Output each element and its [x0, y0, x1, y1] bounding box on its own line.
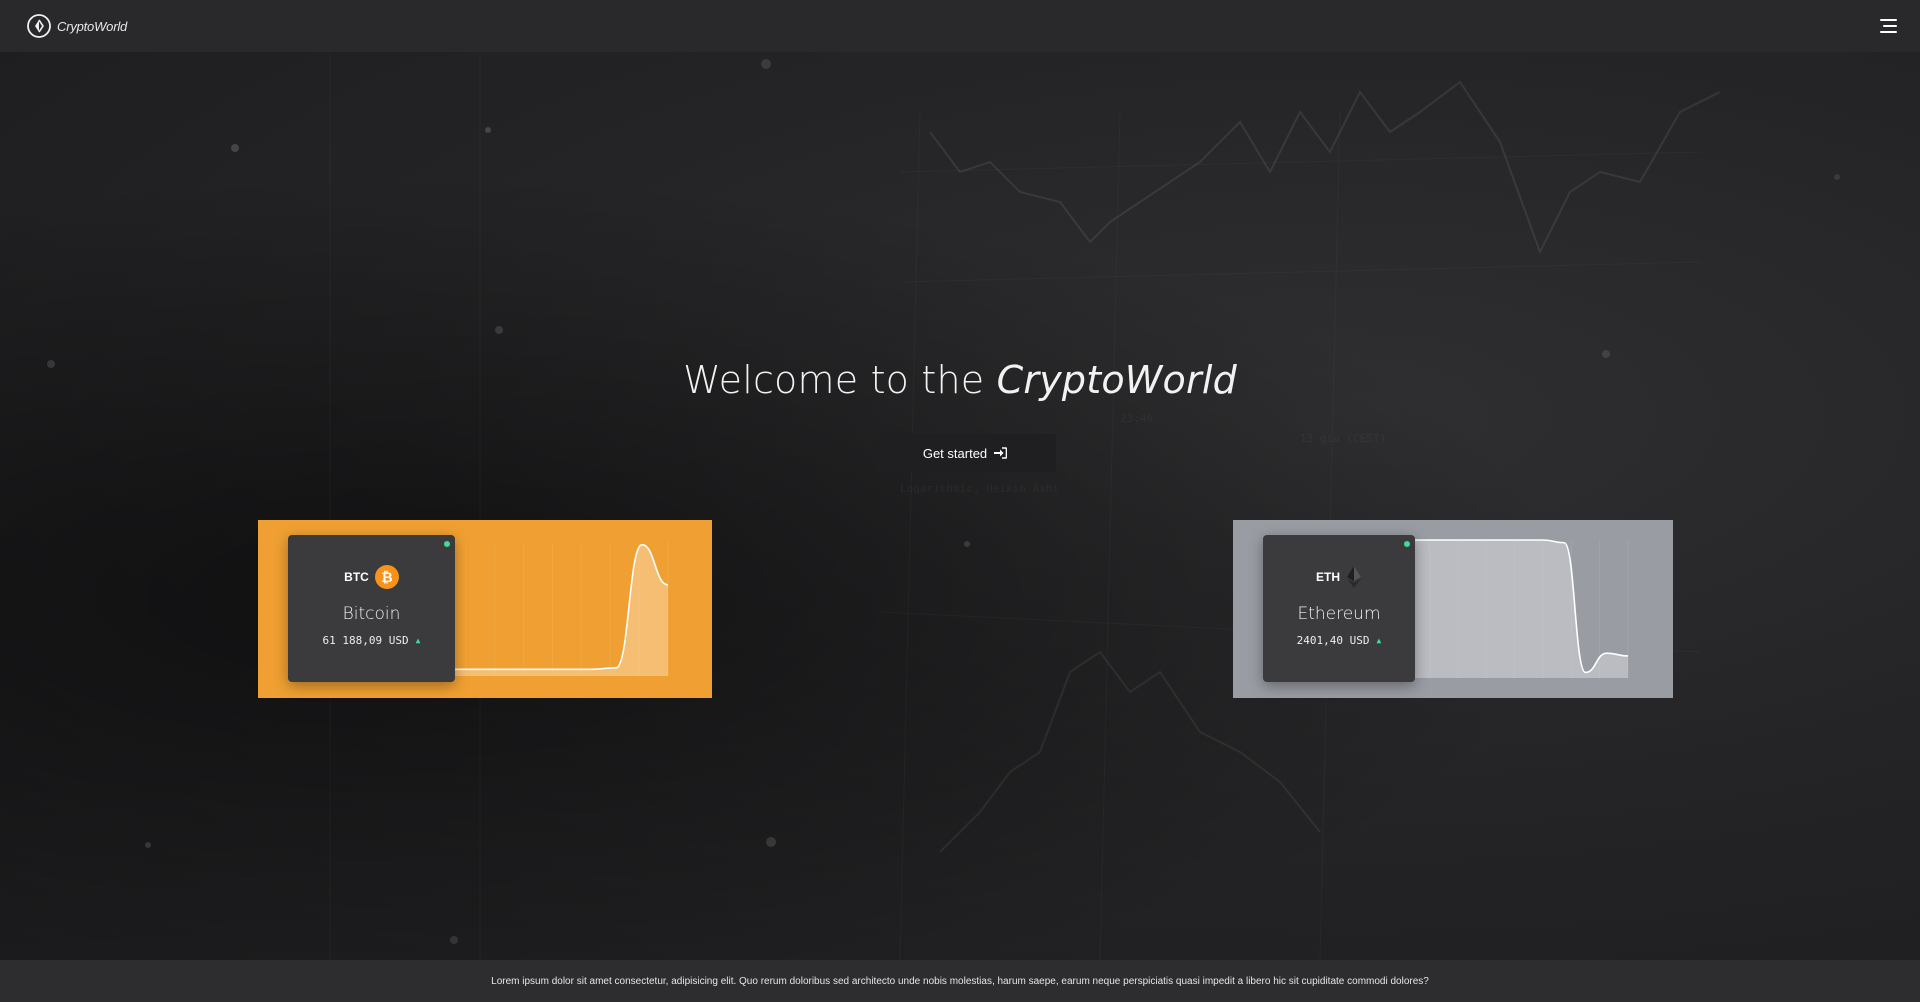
coin-price: 2401,40 USD ▲	[1297, 634, 1382, 647]
hamburger-menu-icon	[1880, 19, 1897, 33]
ethereum-icon	[1347, 566, 1361, 588]
coin-price-value: 2401,40 USD	[1296, 634, 1370, 647]
sign-in-icon	[994, 447, 1008, 459]
footer-text: Lorem ipsum dolor sit amet consectetur, …	[491, 975, 1429, 987]
svg-text:23:46: 23:46	[1120, 412, 1153, 425]
eth-coin-card[interactable]: ETH Ethereum 2401,40 USD ▲	[1263, 535, 1415, 682]
trading-screen-background: 23:46 13 giu (CEST) Logarithmic, Heikin …	[47, 59, 1840, 944]
live-indicator	[444, 541, 450, 547]
bitcoin-icon: ₿	[374, 565, 399, 589]
hero-section: 23:46 13 giu (CEST) Logarithmic, Heikin …	[0, 52, 1920, 960]
svg-text:13 giu (CEST): 13 giu (CEST)	[1300, 432, 1386, 445]
coin-symbol: BTC	[344, 570, 369, 584]
btc-ticker-panel[interactable]: BTC ₿ Bitcoin 61 188,09 USD ▲	[258, 520, 712, 698]
eth-ticker-panel[interactable]: ETH Ethereum 2401,40 USD ▲	[1233, 520, 1673, 698]
brand-link[interactable]: CryptoWorld	[27, 14, 127, 38]
coin-symbol: ETH	[1316, 570, 1340, 584]
get-started-button[interactable]: Get started	[874, 434, 1056, 472]
coin-price: 61 188,09 USD ▲	[323, 634, 421, 647]
coin-price-value: 61 188,09 USD	[322, 634, 409, 647]
hero-title: Welcome to the CryptoWorld	[0, 358, 1920, 402]
coin-name: Ethereum	[1297, 604, 1381, 624]
brand-name: CryptoWorld	[57, 18, 128, 34]
hero-title-prefix: Welcome to the	[683, 358, 997, 402]
hamburger-menu-button[interactable]	[1876, 13, 1902, 39]
svg-text:Logarithmic, Heikin Ashi: Logarithmic, Heikin Ashi	[900, 482, 1059, 495]
trend-up-icon: ▲	[415, 636, 421, 645]
cryptoworld-logo-icon	[27, 14, 51, 38]
coin-name: Bitcoin	[342, 604, 401, 624]
svg-text:₿: ₿	[381, 570, 392, 586]
live-indicator	[1404, 541, 1410, 547]
navbar: CryptoWorld	[0, 0, 1920, 52]
hero-title-brand: CryptoWorld	[996, 358, 1237, 402]
trend-up-icon: ▲	[1376, 636, 1382, 645]
btc-coin-card[interactable]: BTC ₿ Bitcoin 61 188,09 USD ▲	[288, 535, 455, 682]
footer: Lorem ipsum dolor sit amet consectetur, …	[0, 960, 1920, 1002]
get-started-label: Get started	[922, 445, 988, 461]
